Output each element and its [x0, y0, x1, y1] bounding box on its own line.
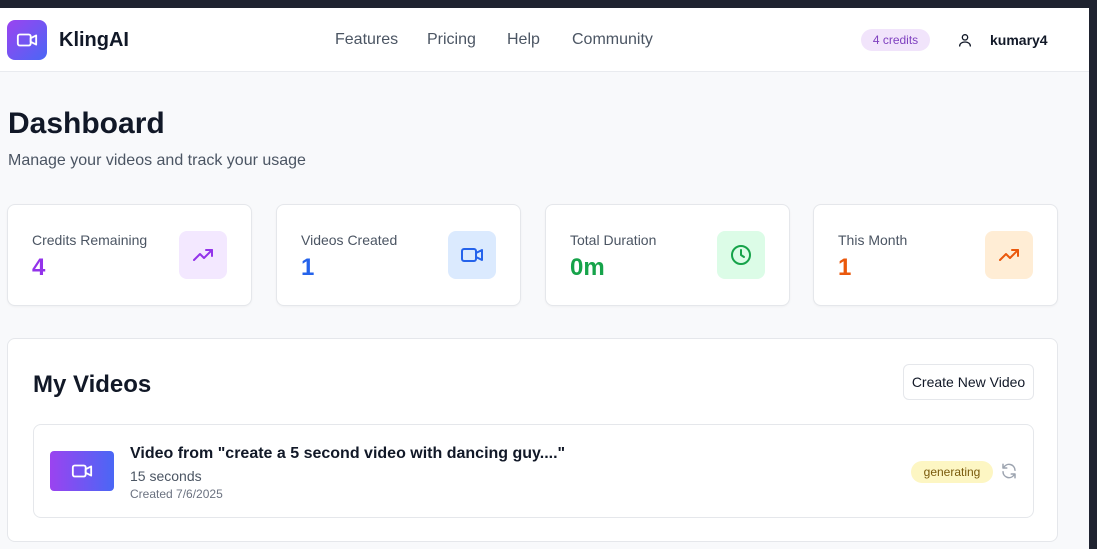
stat-icon-box — [179, 231, 227, 279]
refresh-icon[interactable] — [1000, 462, 1018, 480]
video-duration: 15 seconds — [130, 468, 202, 484]
user-icon[interactable] — [957, 32, 973, 48]
stat-label: This Month — [838, 232, 908, 248]
stat-value: 0m — [570, 254, 605, 281]
dashboard-page: KlingAI Features Pricing Help Community … — [0, 8, 1089, 549]
video-camera-icon — [16, 33, 38, 47]
scrollbar-track[interactable] — [1089, 8, 1097, 549]
clock-icon — [731, 245, 751, 265]
site-header: KlingAI Features Pricing Help Community … — [0, 8, 1089, 72]
stat-label: Credits Remaining — [32, 232, 148, 248]
nav-community[interactable]: Community — [572, 31, 653, 49]
window-top-edge — [0, 0, 1097, 8]
stat-label: Total Duration — [570, 232, 657, 248]
video-thumbnail[interactable] — [50, 451, 114, 491]
trending-up-icon — [999, 249, 1019, 261]
video-created-date: Created 7/6/2025 — [130, 487, 223, 501]
brand-name[interactable]: KlingAI — [59, 29, 129, 52]
my-videos-title: My Videos — [33, 371, 152, 398]
stat-value: 1 — [301, 254, 315, 281]
logo[interactable] — [7, 20, 47, 60]
my-videos-panel: My Videos Create New Video Video from "c… — [7, 338, 1058, 542]
stat-card-videos: Videos Created 1 — [276, 204, 521, 306]
create-new-video-button[interactable]: Create New Video — [903, 364, 1034, 400]
video-camera-icon — [71, 464, 93, 478]
stat-card-duration: Total Duration 0m — [545, 204, 790, 306]
stat-icon-box — [985, 231, 1033, 279]
status-badge: generating — [911, 461, 993, 483]
stat-card-this-month: This Month 1 — [813, 204, 1058, 306]
page-title: Dashboard — [8, 107, 165, 140]
username[interactable]: kumary4 — [990, 32, 1048, 48]
stat-icon-box — [717, 231, 765, 279]
page-subtitle: Manage your videos and track your usage — [8, 152, 306, 169]
video-title: Video from "create a 5 second video with… — [130, 445, 566, 462]
video-icon — [461, 248, 483, 262]
nav-pricing[interactable]: Pricing — [427, 31, 476, 49]
credits-badge: 4 credits — [861, 29, 930, 51]
stat-card-credits: Credits Remaining 4 — [7, 204, 252, 306]
nav-features[interactable]: Features — [335, 31, 398, 49]
stat-icon-box — [448, 231, 496, 279]
stat-value: 4 — [32, 254, 46, 281]
nav-help[interactable]: Help — [507, 31, 540, 49]
stat-value: 1 — [838, 254, 852, 281]
video-list-item[interactable]: Video from "create a 5 second video with… — [33, 424, 1034, 518]
stat-label: Videos Created — [301, 232, 398, 248]
trending-up-icon — [193, 249, 213, 261]
